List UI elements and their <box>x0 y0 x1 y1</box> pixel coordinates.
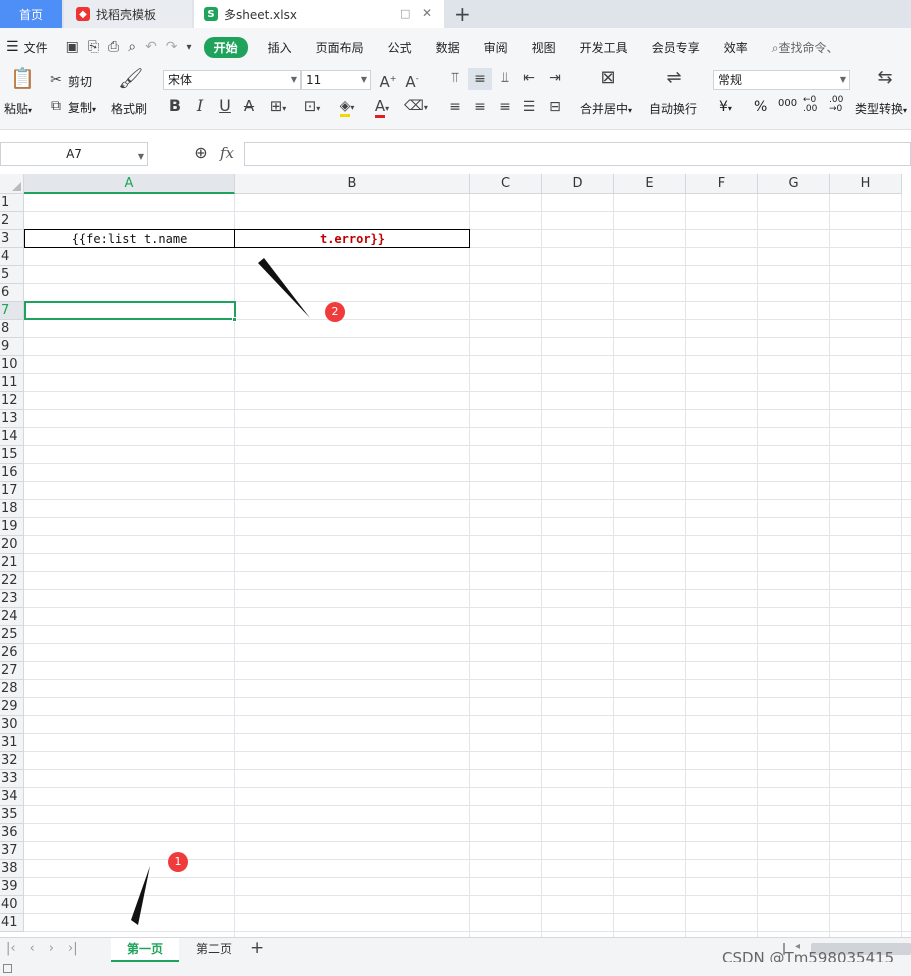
annotation-arrow-1 <box>131 866 150 925</box>
annotation-arrow-2 <box>258 258 310 318</box>
annotation-badge-2: 2 <box>325 302 345 322</box>
annotation-layer <box>131 258 310 925</box>
annotation-badge-1: 1 <box>168 852 188 872</box>
